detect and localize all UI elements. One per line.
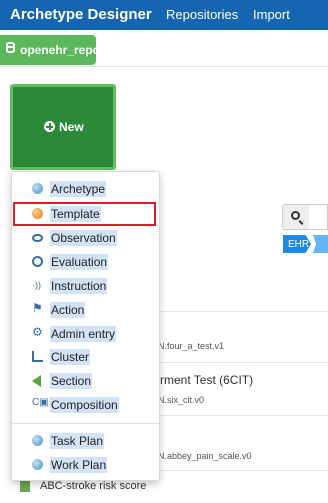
list-item-title: ABC-stroke risk score	[40, 480, 147, 492]
menu-item-label: Task Plan	[50, 433, 105, 449]
menu-item-evaluation[interactable]: Evaluation	[12, 251, 159, 273]
menu-item-section[interactable]: Section	[12, 370, 159, 392]
menu-item-action[interactable]: ⚑ Action	[12, 299, 159, 321]
menu-item-label: Work Plan	[50, 457, 108, 473]
signal-icon: ·))	[32, 280, 41, 290]
breadcrumb-next[interactable]	[313, 235, 328, 253]
list-item-id: N.six_cit.v0	[158, 395, 205, 405]
sphere-icon	[32, 435, 43, 446]
signpost-icon: ⚑	[32, 301, 43, 315]
sphere-icon	[32, 183, 43, 194]
chevron-left-icon	[32, 375, 41, 387]
new-button[interactable]: New	[10, 84, 116, 170]
list-item-id: N.abbey_pain_scale.v0	[158, 451, 252, 461]
menu-item-label: Admin entry	[50, 326, 117, 342]
new-button-label: New	[59, 120, 84, 134]
search-icon	[291, 211, 300, 220]
menu-item-label: Instruction	[50, 278, 108, 294]
menu-item-work-plan[interactable]: Work Plan	[12, 454, 159, 476]
app-brand[interactable]: Archetype Designer	[10, 6, 152, 23]
repo-tab[interactable]: openehr_repo	[0, 35, 100, 65]
menu-item-admin-entry[interactable]: ⚙ Admin entry	[12, 323, 159, 345]
menu-item-label: Composition	[50, 397, 119, 413]
search-input[interactable]	[309, 204, 328, 230]
breadcrumb-ehr[interactable]: EHR	[283, 235, 311, 253]
row-divider	[160, 311, 328, 312]
menu-item-label: Archetype	[50, 181, 107, 197]
nav-import[interactable]: Import	[253, 7, 290, 22]
tree-icon	[32, 351, 43, 362]
sphere-icon	[32, 459, 43, 470]
row-divider	[160, 470, 328, 471]
menu-item-label: Section	[50, 373, 93, 389]
menu-item-label: Observation	[50, 230, 117, 246]
eye-icon	[32, 234, 43, 242]
menu-item-label: Cluster	[50, 349, 91, 365]
menu-item-composition[interactable]: C▣ Composition	[12, 394, 159, 416]
template-highlight	[13, 202, 156, 226]
nav-repositories[interactable]: Repositories	[166, 7, 238, 22]
row-divider	[160, 362, 328, 363]
list-item-title[interactable]: rment Test (6CIT)	[160, 373, 253, 387]
search-button[interactable]	[282, 204, 310, 230]
menu-item-label: Evaluation	[50, 254, 109, 270]
menu-item-label: Action	[50, 302, 86, 318]
menu-item-task-plan[interactable]: Task Plan	[12, 430, 159, 452]
row-divider	[160, 415, 328, 416]
repo-tab-label: openehr_repo	[20, 43, 101, 57]
database-icon	[6, 42, 15, 53]
document-icon	[20, 480, 30, 492]
list-item-id: N.four_a_test.v1	[158, 341, 225, 351]
menu-item-observation[interactable]: Observation	[12, 227, 159, 249]
composition-icon: C▣	[32, 397, 49, 408]
menu-item-cluster[interactable]: Cluster	[12, 346, 159, 368]
menu-item-archetype[interactable]: Archetype	[12, 178, 159, 200]
menu-item-instruction[interactable]: ·)) Instruction	[12, 275, 159, 297]
plus-circle-icon	[44, 121, 55, 132]
tab-divider	[0, 66, 328, 67]
gear-icon: ⚙	[32, 325, 43, 339]
cycle-icon	[32, 256, 43, 267]
top-navbar: Archetype Designer Repositories Import	[0, 0, 328, 30]
menu-divider	[12, 423, 159, 424]
